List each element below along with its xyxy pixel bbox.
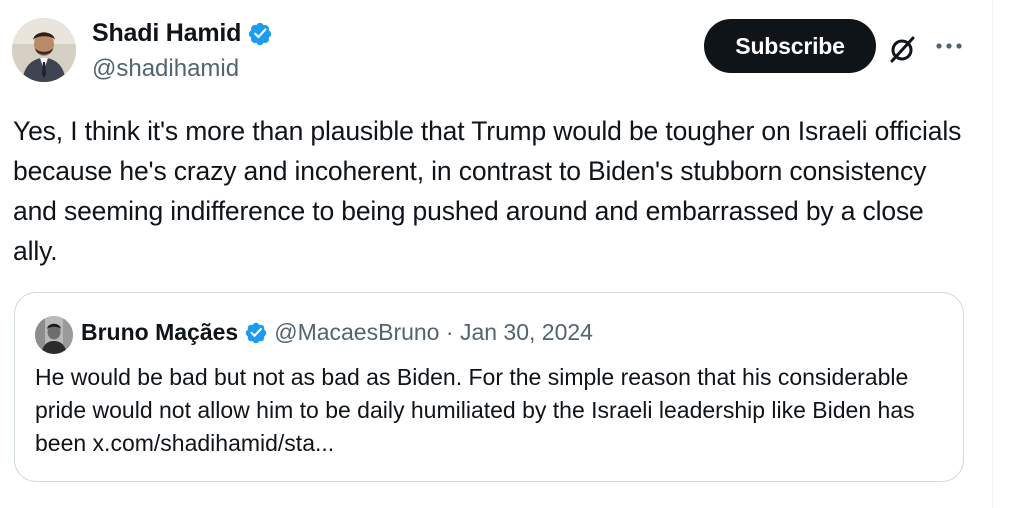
author-handle[interactable]: @shadihamid [92,55,239,83]
subscribe-button[interactable]: Subscribe [704,19,876,73]
meta-separator: · [445,319,454,345]
author-avatar[interactable] [12,18,76,82]
quoted-tweet-date[interactable]: Jan 30, 2024 [460,319,593,346]
more-options-icon[interactable] [934,38,964,54]
quoted-author-name[interactable]: Bruno Maçães [81,319,238,346]
quoted-author-handle: @MacaesBruno [274,319,440,345]
quoted-tweet-header: Bruno Maçães @MacaesBruno · Jan 30, 2024 [81,319,593,346]
author-name-row: Shadi Hamid [92,19,273,48]
author-display-name[interactable]: Shadi Hamid [92,19,241,48]
column-divider [992,0,993,508]
quoted-tweet-text: He would be bad but not as bad as Biden.… [35,364,915,456]
tweet-text: Yes, I think it's more than plausible th… [13,116,962,266]
verified-badge-icon [245,322,267,343]
verified-badge-icon[interactable] [247,21,273,47]
quoted-author-avatar[interactable] [35,316,73,354]
grok-icon[interactable] [888,34,918,64]
quoted-tweet-card[interactable]: Bruno Maçães @MacaesBruno · Jan 30, 2024… [14,292,964,482]
